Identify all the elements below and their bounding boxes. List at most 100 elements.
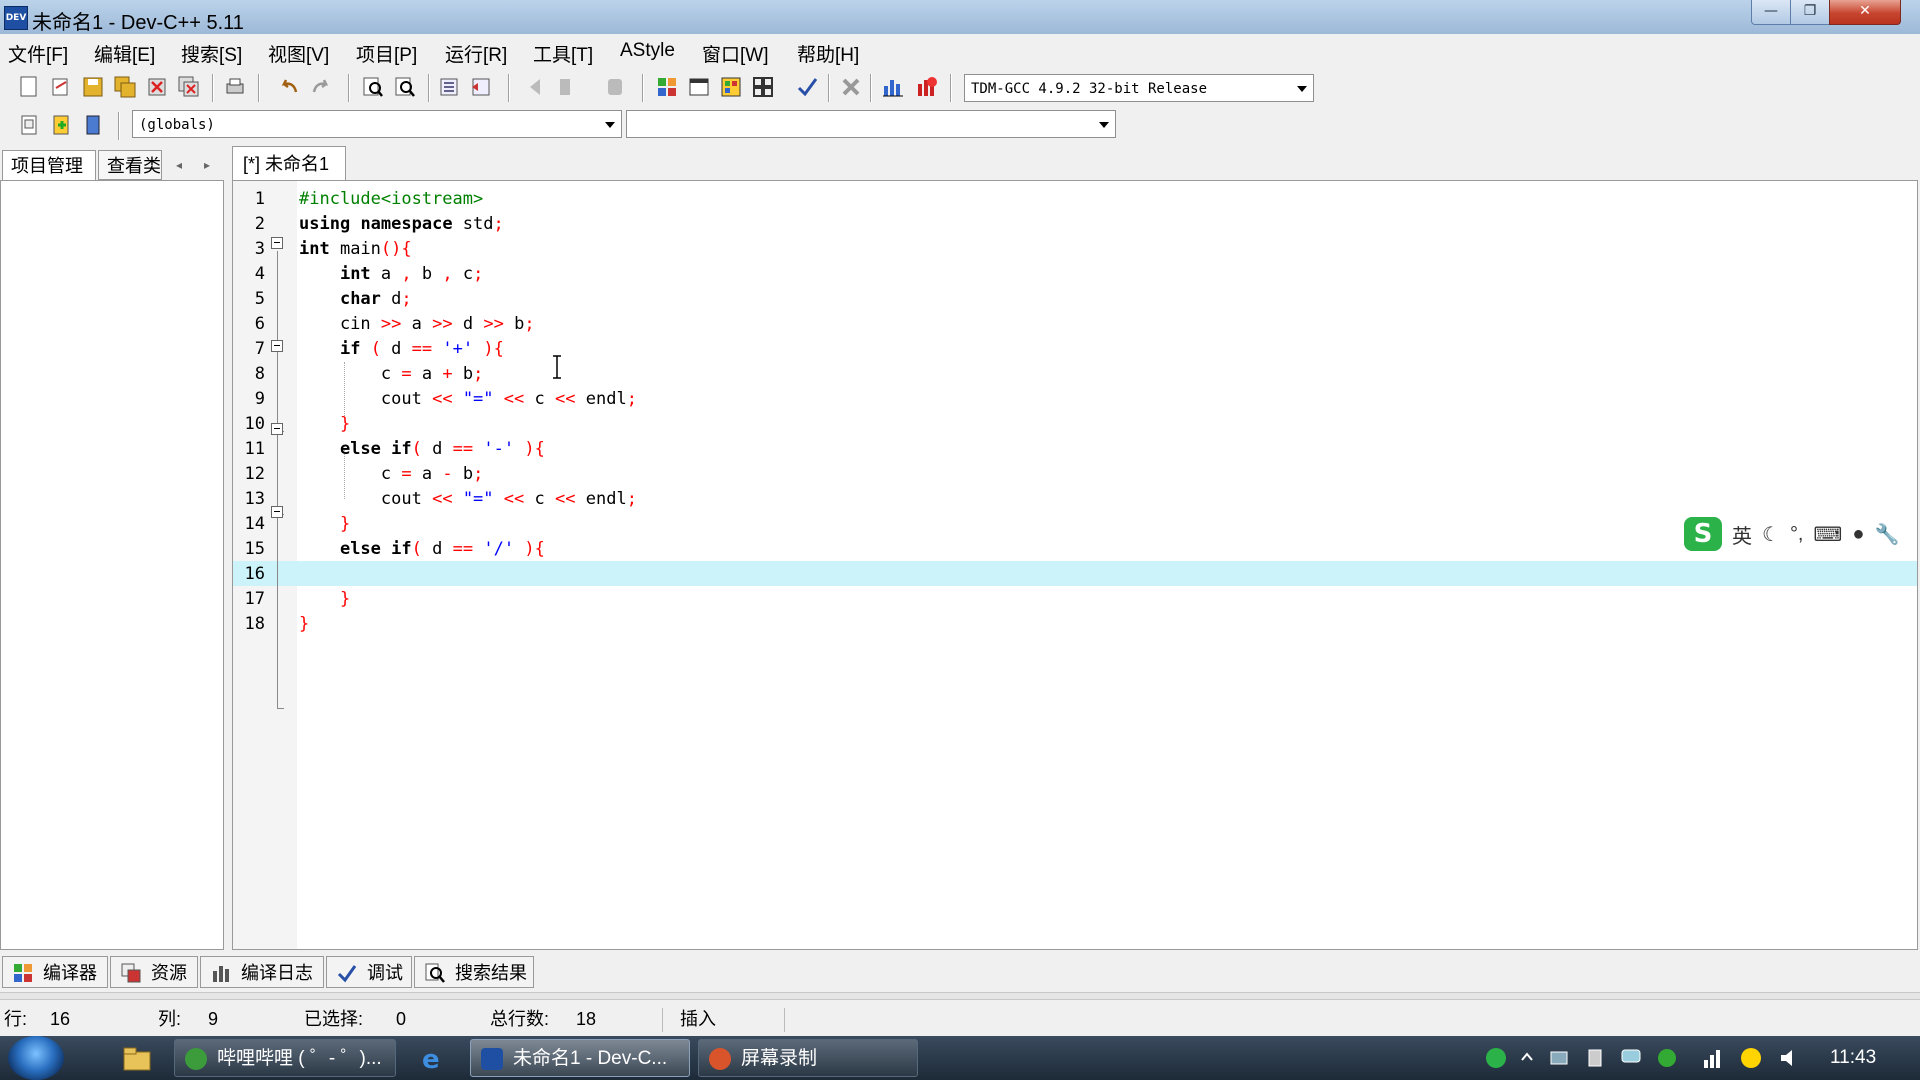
globe-icon[interactable] [1656, 1046, 1678, 1070]
user-icon[interactable]: ● [1852, 523, 1864, 546]
tab-debug[interactable]: 调试 [326, 956, 412, 988]
taskbar-screen-recorder[interactable]: 屏幕录制 [698, 1039, 918, 1077]
unindent-icon[interactable] [468, 74, 494, 100]
signal-icon[interactable] [1702, 1046, 1724, 1070]
editor-tab[interactable]: [*] 未命名1 [232, 146, 346, 180]
code-line[interactable]: else if( d == '/' ){ [299, 537, 545, 562]
start-button[interactable] [8, 1036, 64, 1080]
code-line[interactable]: char d; [299, 287, 412, 312]
ime-mode-toggle[interactable]: 英 [1732, 520, 1752, 549]
open-file-icon[interactable] [48, 74, 74, 100]
goto-back-icon[interactable] [524, 74, 550, 100]
menu-window[interactable]: 窗口[W] [702, 40, 769, 67]
tab-scroll-left-icon[interactable]: ◂ [166, 152, 192, 178]
menu-astyle[interactable]: AStyle [620, 40, 675, 62]
tab-compile-log[interactable]: 编译日志 [200, 956, 324, 988]
ie-icon[interactable]: e [418, 1044, 448, 1075]
undo-icon[interactable] [276, 74, 302, 100]
usb-icon[interactable] [1584, 1046, 1606, 1070]
menu-view[interactable]: 视图[V] [268, 40, 329, 67]
print-icon[interactable] [222, 74, 248, 100]
menu-tools[interactable]: 工具[T] [533, 40, 593, 67]
code-line[interactable]: int main(){ [299, 237, 412, 262]
code-line[interactable]: } [299, 612, 309, 637]
keyboard-icon[interactable]: ⌨ [1814, 522, 1843, 547]
code-line[interactable]: using namespace std; [299, 212, 504, 237]
comma-icon[interactable]: °, [1790, 523, 1804, 546]
network-device-icon[interactable] [1548, 1046, 1570, 1070]
delete-profile-icon[interactable] [914, 74, 940, 100]
sogou-ime-logo[interactable]: S [1684, 517, 1722, 551]
save-all-icon[interactable] [112, 74, 138, 100]
goto-forward-icon[interactable] [556, 74, 582, 100]
check-syntax-icon[interactable] [794, 74, 820, 100]
compiler-select[interactable]: TDM-GCC 4.9.2 32-bit Release [964, 74, 1314, 102]
tab-project-manager[interactable]: 项目管理 [2, 150, 96, 180]
indent-icon[interactable] [436, 74, 462, 100]
code-line[interactable]: c = a + b; [299, 362, 483, 387]
minimize-button[interactable]: — [1751, 0, 1791, 25]
code-line[interactable]: int a , b , c; [299, 262, 483, 287]
scope-select[interactable]: (globals) [132, 110, 622, 138]
volume-icon[interactable] [1778, 1046, 1800, 1070]
taskbar-bilibili[interactable]: 哔哩哔哩 ( ゜- ゜)... [174, 1039, 396, 1077]
code-line[interactable]: cout << "=" << c << endl; [299, 387, 637, 412]
menu-project[interactable]: 项目[P] [356, 40, 417, 67]
wrench-icon[interactable]: 🔧 [1874, 522, 1899, 547]
replace-icon[interactable] [392, 74, 418, 100]
new-project-icon[interactable] [16, 112, 42, 138]
tab-class-browser[interactable]: 查看类 [98, 150, 162, 180]
compile-run-icon[interactable] [718, 74, 744, 100]
menu-help[interactable]: 帮助[H] [797, 40, 859, 67]
security-icon[interactable] [1740, 1046, 1762, 1070]
tab-compiler[interactable]: 编译器 [2, 956, 108, 988]
bookmark-icon[interactable] [602, 74, 628, 100]
moon-icon[interactable]: ☾ [1762, 522, 1780, 547]
tab-resources[interactable]: 资源 [110, 956, 198, 988]
code-line[interactable]: } [299, 412, 350, 437]
fold-collapse-icon[interactable] [271, 340, 283, 352]
panel-splitter[interactable] [0, 992, 1920, 1000]
code-line[interactable]: } [299, 512, 350, 537]
member-select[interactable] [626, 110, 1116, 138]
save-icon[interactable] [80, 74, 106, 100]
add-to-project-icon[interactable] [48, 112, 74, 138]
compile-icon[interactable] [654, 74, 680, 100]
redo-icon[interactable] [308, 74, 334, 100]
tab-search-results[interactable]: 搜索结果 [414, 956, 534, 988]
code-line[interactable]: c = a - b; [299, 462, 483, 487]
code-line[interactable]: if ( d == '+' ){ [299, 337, 504, 362]
maximize-button[interactable]: ❐ [1790, 0, 1830, 25]
fold-collapse-icon[interactable] [271, 237, 283, 249]
code-line[interactable]: } [299, 587, 350, 612]
taskbar-clock[interactable]: 11:43 [1830, 1036, 1876, 1080]
menu-edit[interactable]: 编辑[E] [94, 40, 155, 67]
new-file-icon[interactable] [16, 74, 42, 100]
close-file-icon[interactable] [144, 74, 170, 100]
profile-chart-icon[interactable] [880, 74, 906, 100]
code-line[interactable]: cout << "=" << c << endl; [299, 487, 637, 512]
sogou-tray-icon[interactable] [1484, 1046, 1508, 1070]
remove-from-project-icon[interactable] [80, 112, 106, 138]
stop-icon[interactable] [838, 74, 864, 100]
code-line[interactable]: cin >> a >> d >> b; [299, 312, 535, 337]
tab-scroll-right-icon[interactable]: ▸ [194, 152, 220, 178]
menu-file[interactable]: 文件[F] [8, 40, 68, 67]
menu-run[interactable]: 运行[R] [445, 40, 507, 67]
chat-icon[interactable] [1620, 1046, 1642, 1070]
rebuild-icon[interactable] [750, 74, 776, 100]
run-icon[interactable] [686, 74, 712, 100]
code-editor[interactable]: 1 2 3 4 5 6 7 8 9 10 11 12 13 14 15 16 1… [232, 180, 1918, 950]
project-tree[interactable] [0, 180, 224, 950]
close-all-icon[interactable] [176, 74, 202, 100]
menu-search[interactable]: 搜索[S] [181, 40, 242, 67]
fold-collapse-icon[interactable] [271, 506, 283, 518]
taskbar-devcpp[interactable]: 未命名1 - Dev-C... [470, 1039, 690, 1077]
fold-collapse-icon[interactable] [271, 423, 283, 435]
code-line[interactable]: else if( d == '-' ){ [299, 437, 545, 462]
tray-expand-icon[interactable] [1518, 1046, 1536, 1070]
close-button[interactable]: ✕ [1829, 0, 1901, 25]
explorer-icon[interactable] [122, 1044, 152, 1072]
code-line[interactable]: #include<iostream> [299, 187, 483, 212]
find-icon[interactable] [360, 74, 386, 100]
